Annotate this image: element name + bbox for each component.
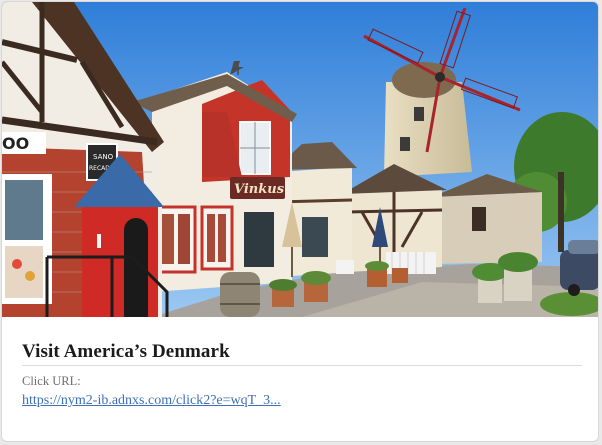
click-url-link[interactable]: https://nym2-ib.adnxs.com/click2?e=wqT_3… xyxy=(22,393,281,409)
vinkus-sign: Vinkus xyxy=(234,182,285,197)
edge-sign: OO xyxy=(2,134,29,153)
shop-sign-line1: SANO xyxy=(93,153,114,161)
ad-card[interactable]: Vinkus OO SANO RECADO Visit America’s De… xyxy=(1,1,599,442)
card-body: Visit America’s Denmark Click URL: https… xyxy=(2,317,598,441)
click-url-label: Click URL: xyxy=(22,374,81,388)
divider xyxy=(22,365,582,366)
wine-barrel xyxy=(220,272,260,317)
hero-image[interactable]: Vinkus OO SANO RECADO xyxy=(2,2,599,317)
ad-title[interactable]: Visit America’s Denmark xyxy=(22,341,230,363)
